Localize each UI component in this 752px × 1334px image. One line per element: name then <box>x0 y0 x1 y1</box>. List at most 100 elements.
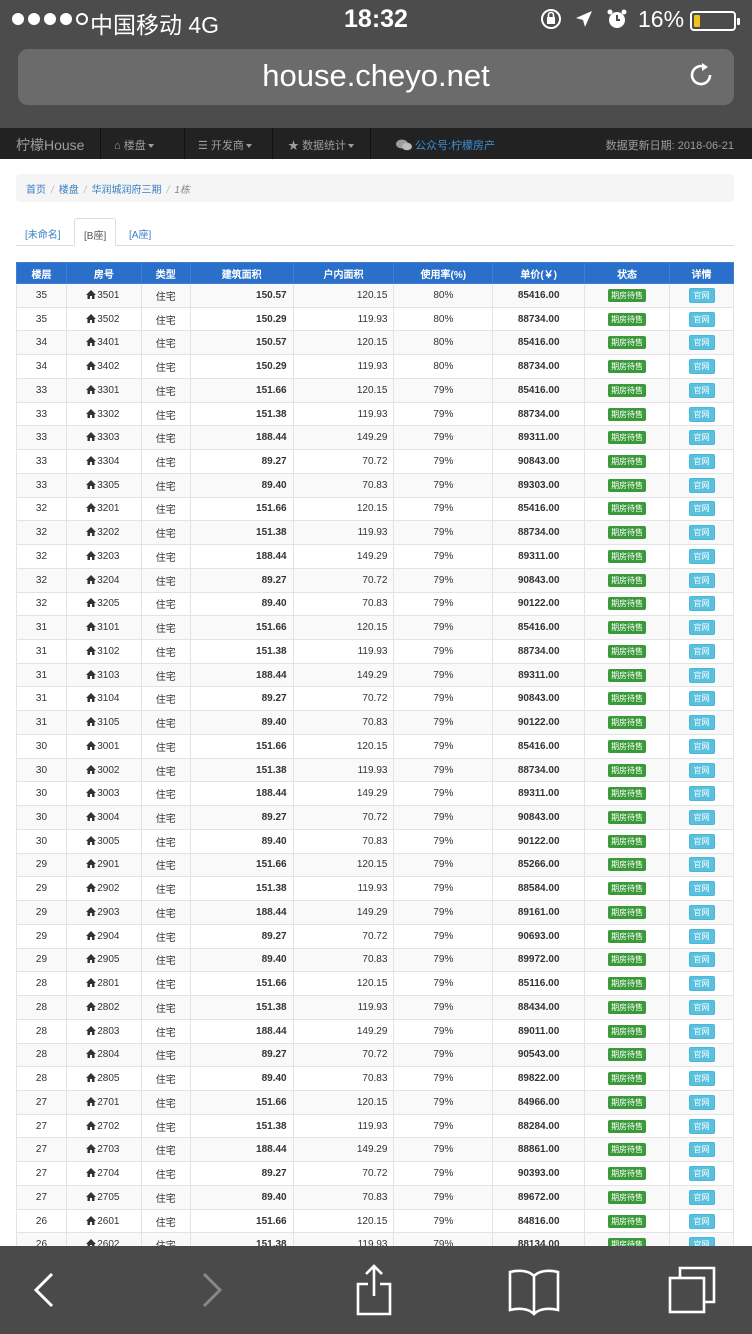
official-site-button[interactable]: 官网 <box>688 833 715 849</box>
cell-usage-rate: 79% <box>393 852 494 878</box>
cell-usage-rate: 79% <box>393 1137 494 1163</box>
official-site-button[interactable]: 官网 <box>688 1023 715 1039</box>
cell-gross-area: 188.44 <box>189 544 294 569</box>
official-site-button[interactable]: 官网 <box>688 762 715 778</box>
nav-dropdown-stats[interactable]: ★ 数据统计 <box>288 137 355 153</box>
cell-room: 2704 <box>65 1161 142 1186</box>
cell-usage-rate: 79% <box>393 425 494 451</box>
wechat-link[interactable]: 公众号:柠檬房产 <box>396 137 495 153</box>
cell-status: 期房待售 <box>584 995 671 1020</box>
share-icon[interactable] <box>346 1262 402 1318</box>
cell-status: 期房待售 <box>584 567 671 593</box>
official-site-button[interactable]: 官网 <box>688 952 715 968</box>
cell-unit-price: 89311.00 <box>492 425 586 451</box>
official-site-button[interactable]: 官网 <box>688 548 715 564</box>
breadcrumb-current: 1栋 <box>174 185 190 196</box>
breadcrumb-project[interactable]: 华润城润府三期 <box>92 185 162 196</box>
tab-b-block[interactable]: [B座] <box>74 218 117 246</box>
status-badge: 期房待售 <box>608 977 647 991</box>
tab-unnamed[interactable]: [未命名] <box>16 218 70 246</box>
official-site-button[interactable]: 官网 <box>688 335 715 351</box>
home-icon <box>86 978 97 988</box>
url-bar[interactable]: house.cheyo.net <box>18 49 734 105</box>
official-site-button[interactable]: 官网 <box>688 1118 715 1134</box>
cell-room: 3202 <box>65 520 142 546</box>
official-site-button[interactable]: 官网 <box>688 406 715 422</box>
status-badge: 期房待售 <box>608 1000 647 1014</box>
cell-unit-price: 90393.00 <box>492 1161 586 1186</box>
tab-a-block[interactable]: [A座] <box>120 218 160 246</box>
official-site-button[interactable]: 官网 <box>688 810 715 826</box>
forward-icon[interactable] <box>184 1262 240 1318</box>
official-site-button[interactable]: 官网 <box>688 454 715 469</box>
cell-room: 2703 <box>65 1137 142 1163</box>
cell-gross-area: 89.40 <box>189 828 294 854</box>
reload-icon[interactable] <box>686 60 716 90</box>
official-site-button[interactable]: 官网 <box>688 382 715 398</box>
table-row: 32 3201 住宅 151.66 120.15 79% 85416.00 期房待售 官网 <box>16 496 734 522</box>
status-badge: 期房待售 <box>608 526 647 540</box>
official-site-button[interactable]: 官网 <box>688 928 715 944</box>
official-site-button[interactable]: 官网 <box>688 1189 715 1205</box>
cell-gross-area: 151.66 <box>189 1208 294 1234</box>
cell-detail: 官网 <box>669 828 734 854</box>
status-badge: 期房待售 <box>608 1119 647 1133</box>
alarm-icon <box>607 9 627 28</box>
cell-detail: 官网 <box>669 1184 734 1210</box>
cell-room: 2701 <box>65 1089 142 1115</box>
cell-type: 住宅 <box>140 1113 191 1139</box>
official-site-button[interactable]: 官网 <box>688 715 715 731</box>
official-site-button[interactable]: 官网 <box>688 311 715 327</box>
cell-gross-area: 151.66 <box>189 733 294 759</box>
official-site-button[interactable]: 官网 <box>688 430 715 446</box>
official-site-button[interactable]: 官网 <box>688 525 715 541</box>
official-site-button[interactable]: 官网 <box>688 738 715 754</box>
cell-room: 3203 <box>65 544 142 569</box>
cell-inner-area: 70.83 <box>292 472 395 498</box>
nav-dropdown-developers[interactable]: ☰ 开发商 <box>198 137 252 153</box>
cell-type: 住宅 <box>140 828 191 854</box>
official-site-button[interactable]: 官网 <box>688 1166 715 1182</box>
cell-floor: 27 <box>16 1089 67 1115</box>
cell-floor: 30 <box>16 828 67 854</box>
official-site-button[interactable]: 官网 <box>688 620 715 636</box>
breadcrumb-projects[interactable]: 楼盘 <box>59 185 79 196</box>
official-site-button[interactable]: 官网 <box>688 1071 715 1087</box>
back-icon[interactable] <box>16 1262 72 1318</box>
official-site-button[interactable]: 官网 <box>688 287 715 303</box>
official-site-button[interactable]: 官网 <box>688 359 715 375</box>
official-site-button[interactable]: 官网 <box>688 881 715 897</box>
official-site-button[interactable]: 官网 <box>688 643 715 659</box>
official-site-button[interactable]: 官网 <box>688 501 715 517</box>
official-site-button[interactable]: 官网 <box>688 786 715 802</box>
official-site-button[interactable]: 官网 <box>688 857 715 873</box>
cell-floor: 29 <box>16 947 67 973</box>
official-site-button[interactable]: 官网 <box>688 691 715 707</box>
official-site-button[interactable]: 官网 <box>688 1047 715 1063</box>
official-site-button[interactable]: 官网 <box>688 1094 715 1110</box>
site-brand[interactable]: 柠檬House <box>16 135 84 155</box>
tabs-icon[interactable] <box>664 1262 720 1318</box>
official-site-button[interactable]: 官网 <box>688 1142 715 1158</box>
official-site-button[interactable]: 官网 <box>688 477 715 493</box>
cell-inner-area: 119.93 <box>292 757 395 783</box>
caret-down-icon <box>147 144 154 149</box>
official-site-button[interactable]: 官网 <box>688 904 715 920</box>
official-site-button[interactable]: 官网 <box>688 596 715 612</box>
url-text[interactable]: house.cheyo.net <box>18 58 734 94</box>
cell-unit-price: 89311.00 <box>492 781 586 807</box>
home-icon <box>86 1191 97 1201</box>
nav-dropdown-projects[interactable]: ⌂ 楼盘 <box>114 137 154 153</box>
cell-status: 期房待售 <box>584 377 671 403</box>
cell-usage-rate: 79% <box>393 733 494 759</box>
official-site-button[interactable]: 官网 <box>688 667 715 683</box>
official-site-button[interactable]: 官网 <box>688 1213 715 1229</box>
official-site-button[interactable]: 官网 <box>688 976 715 992</box>
cell-gross-area: 188.44 <box>189 662 294 688</box>
official-site-button[interactable]: 官网 <box>688 999 715 1015</box>
cell-floor: 28 <box>16 971 67 997</box>
breadcrumb-home[interactable]: 首页 <box>26 185 46 196</box>
official-site-button[interactable]: 官网 <box>688 572 715 588</box>
bookmarks-icon[interactable] <box>506 1262 562 1318</box>
cell-floor: 30 <box>16 805 67 830</box>
